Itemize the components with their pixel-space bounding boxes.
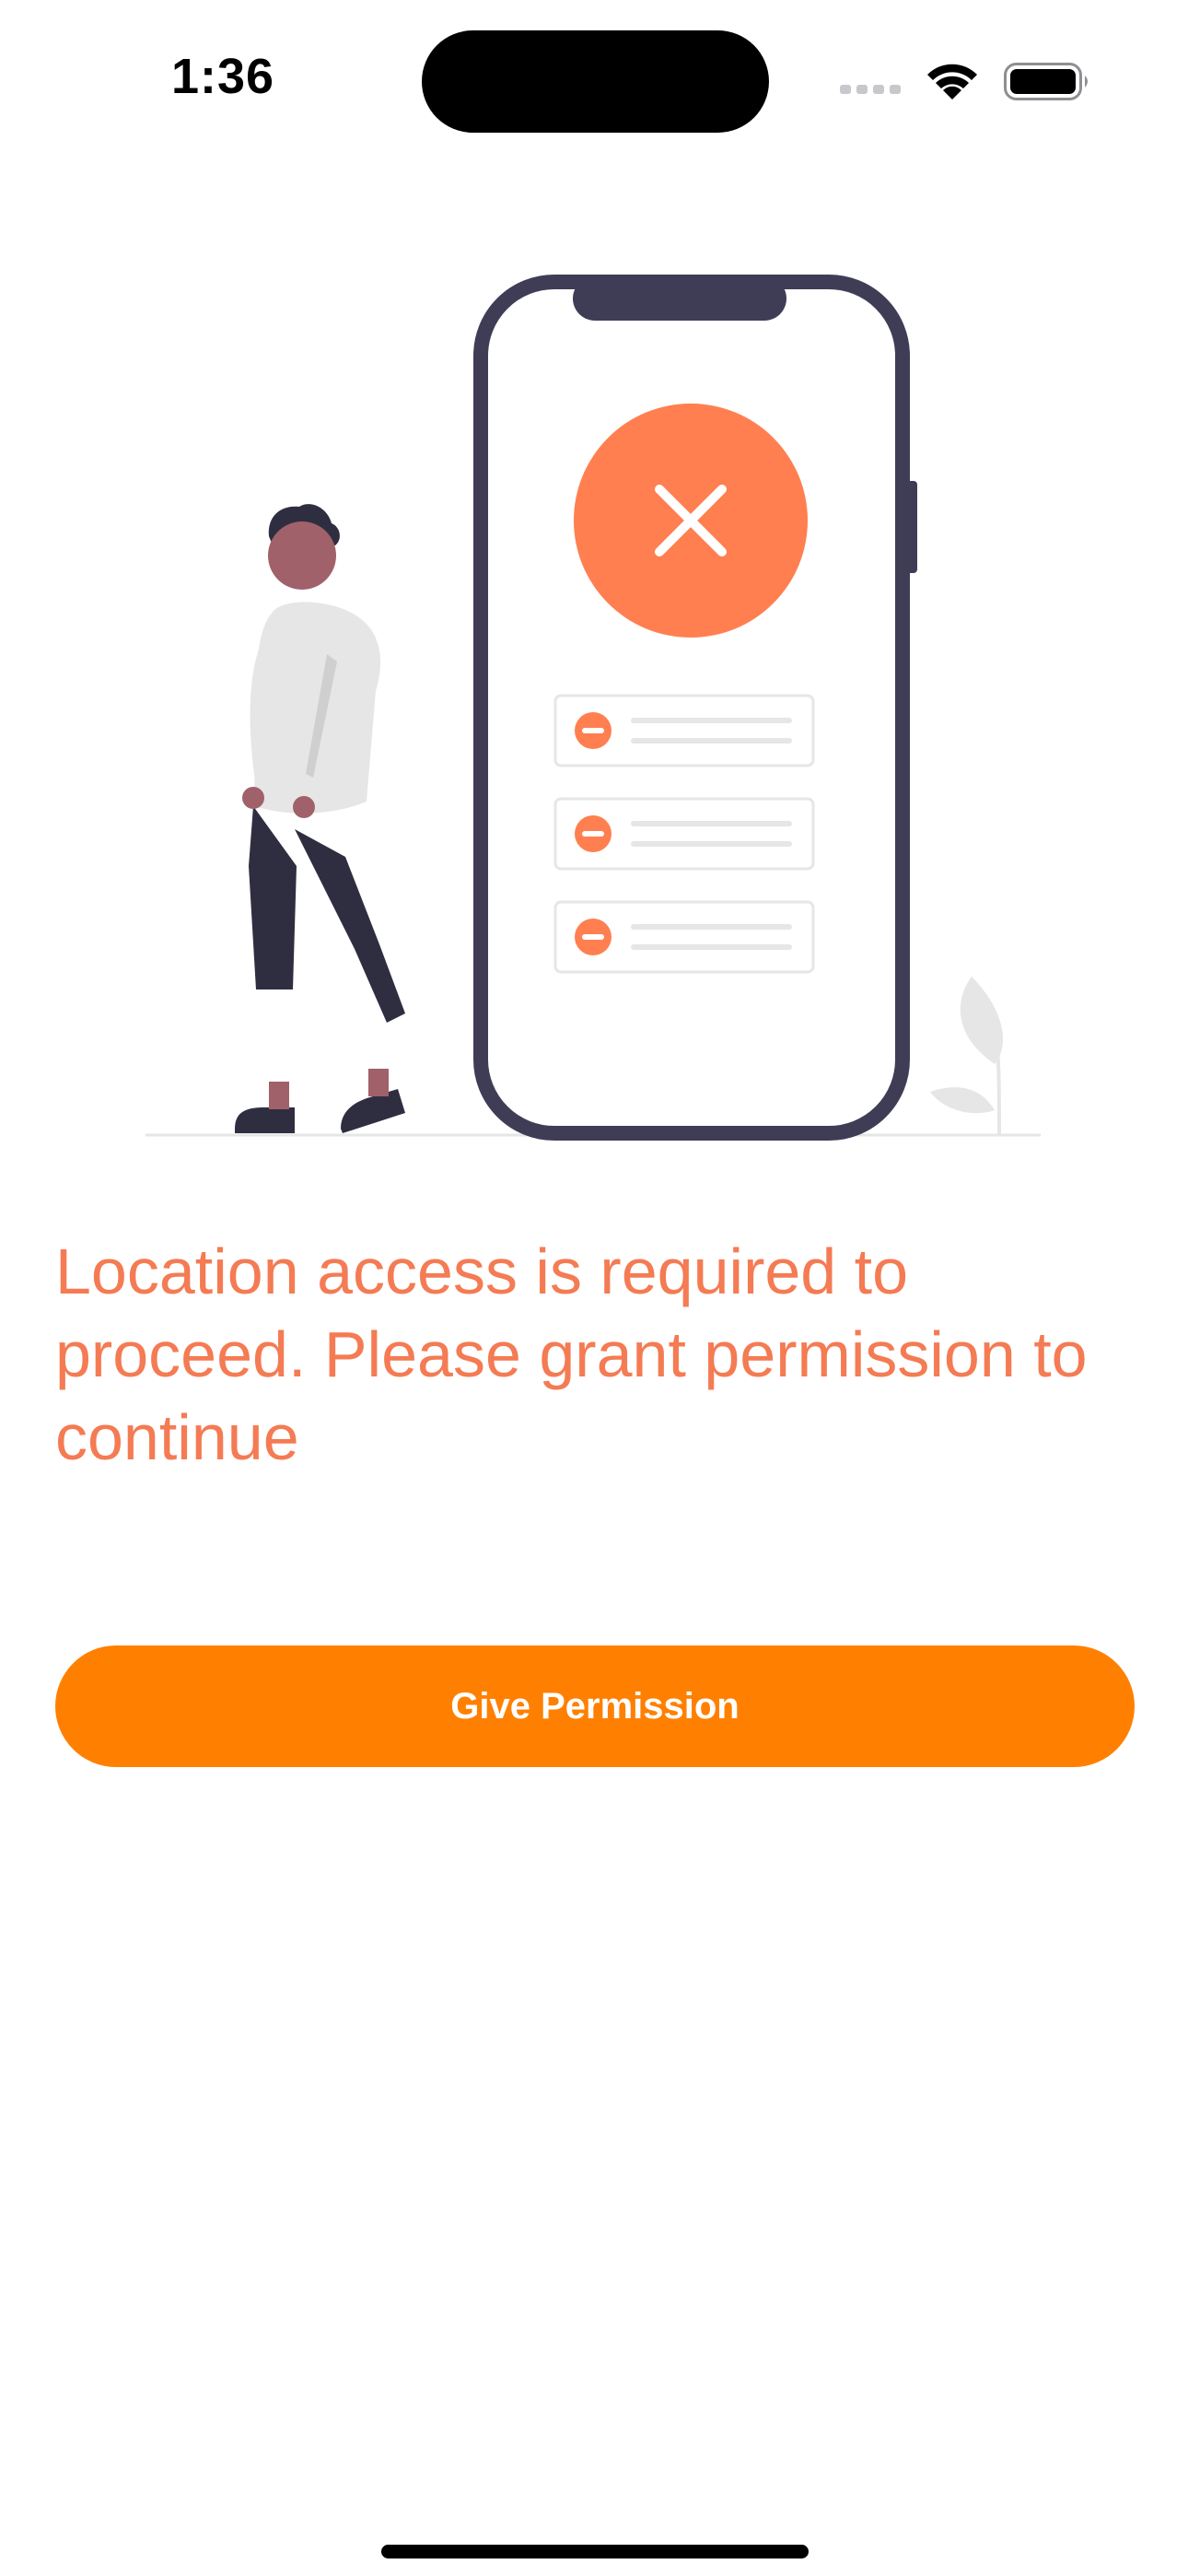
close-x-icon	[574, 404, 808, 638]
minus-circle-icon	[575, 712, 611, 749]
minus-circle-icon	[575, 919, 611, 955]
person-illustration	[235, 504, 405, 1133]
permission-illustration	[146, 275, 1041, 1141]
list-card	[553, 900, 815, 974]
home-indicator[interactable]	[381, 2545, 809, 2558]
list-card	[553, 797, 815, 871]
location-permission-message: Location access is required to proceed. …	[55, 1235, 1088, 1473]
give-permission-button[interactable]: Give Permission	[55, 1645, 1135, 1767]
status-time: 1:36	[171, 49, 275, 104]
battery-icon	[1004, 63, 1088, 100]
list-card	[553, 694, 815, 767]
status-bar: 1:36	[0, 0, 1188, 147]
minus-circle-icon	[575, 815, 611, 852]
status-icons	[840, 63, 1088, 100]
leaf-plant-icon	[930, 977, 1004, 1136]
cellular-signal-icon	[840, 85, 901, 94]
dynamic-island	[422, 30, 769, 133]
wifi-icon	[927, 64, 977, 100]
